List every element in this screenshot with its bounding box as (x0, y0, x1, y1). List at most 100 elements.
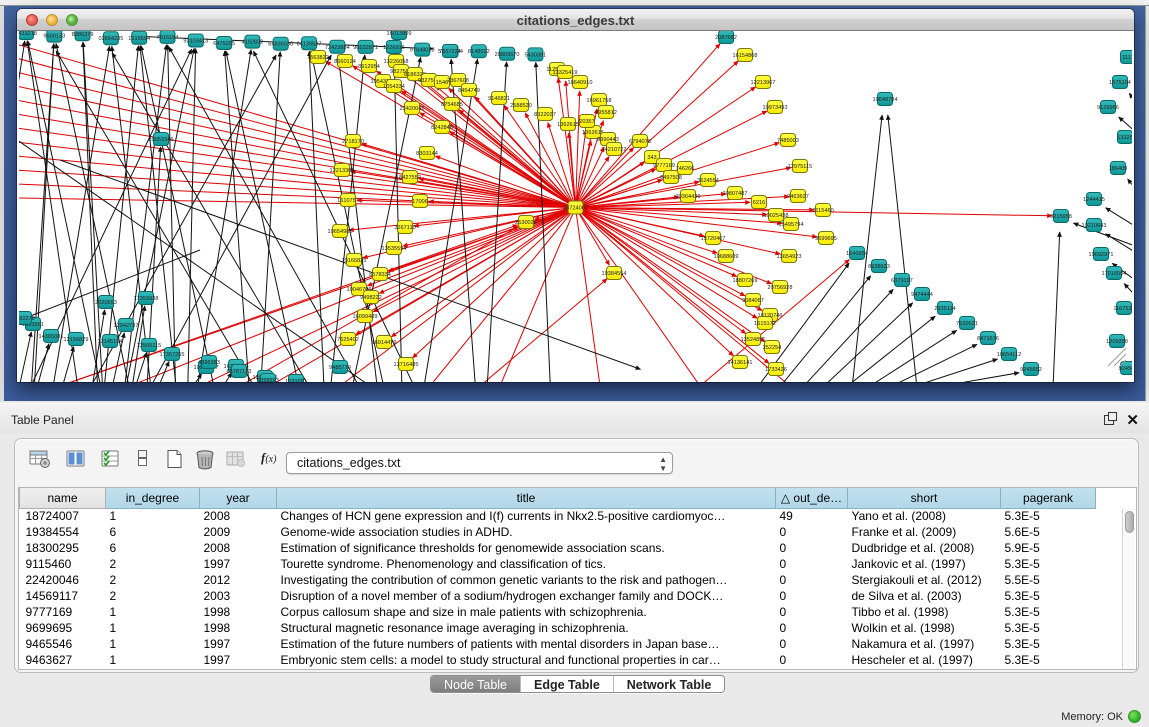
svg-text:746266: 746266 (676, 166, 695, 172)
svg-text:1615594: 1615594 (128, 36, 150, 42)
svg-text:7632621: 7632621 (956, 321, 978, 327)
svg-text:8912954: 8912954 (358, 64, 380, 70)
svg-text:7485003: 7485003 (777, 138, 799, 144)
svg-text:2588520: 2588520 (510, 103, 532, 109)
svg-text:12942737: 12942737 (114, 323, 139, 329)
svg-text:8754685: 8754685 (441, 102, 463, 108)
svg-text:9463627: 9463627 (787, 194, 809, 200)
svg-text:9129966: 9129966 (1097, 105, 1119, 111)
svg-text:924502: 924502 (1119, 366, 1132, 372)
svg-text:96532871: 96532871 (353, 45, 378, 51)
svg-text:1362615: 1362615 (557, 122, 579, 128)
svg-text:28809570: 28809570 (495, 52, 520, 58)
svg-text:65787133: 65787133 (227, 369, 252, 375)
svg-text:2935114: 2935114 (934, 306, 955, 312)
svg-text:16099489: 16099489 (353, 314, 378, 320)
svg-text:12213967: 12213967 (751, 80, 776, 86)
svg-text:8427552: 8427552 (399, 175, 421, 181)
svg-text:8454749: 8454749 (458, 88, 480, 94)
svg-text:02654235: 02654235 (98, 36, 123, 42)
svg-text:10807487: 10807487 (723, 191, 748, 197)
svg-text:8303144: 8303144 (416, 151, 438, 157)
svg-text:3267110: 3267110 (394, 225, 415, 231)
svg-text:7625402: 7625402 (337, 337, 359, 343)
svg-text:1610757: 1610757 (337, 198, 359, 204)
svg-text:13524851: 13524851 (741, 337, 766, 343)
svg-text:1615172: 1615172 (754, 321, 776, 327)
svg-text:20053346: 20053346 (149, 137, 174, 143)
svg-text:93103413: 93103413 (183, 39, 208, 45)
svg-text:7563822: 7563822 (307, 55, 329, 61)
svg-text:2718170: 2718170 (342, 139, 364, 145)
svg-text:9485779: 9485779 (329, 365, 351, 371)
svg-text:3624554: 3624554 (697, 178, 719, 184)
svg-text:1031051: 1031051 (285, 379, 307, 382)
svg-text:6497508: 6497508 (660, 175, 682, 181)
svg-text:17016504: 17016504 (1102, 271, 1127, 277)
svg-text:8386379: 8386379 (72, 32, 94, 38)
svg-text:7955812: 7955812 (595, 110, 617, 116)
svg-text:8471676: 8471676 (977, 336, 999, 342)
svg-text:4896383: 4896383 (198, 360, 220, 366)
svg-text:186409: 186409 (1109, 166, 1128, 172)
svg-text:343: 343 (647, 155, 656, 161)
svg-text:13325: 13325 (1117, 135, 1132, 141)
svg-text:19166825: 19166825 (342, 258, 367, 264)
svg-text:9245652: 9245652 (1020, 367, 1042, 373)
svg-text:13535594: 13535594 (382, 246, 407, 252)
svg-text:2020653: 2020653 (95, 300, 117, 306)
svg-text:18807269: 18807269 (733, 278, 758, 284)
svg-text:16154808: 16154808 (733, 53, 758, 59)
svg-text:20364436: 20364436 (676, 194, 701, 200)
svg-text:12145194: 12145194 (98, 339, 123, 345)
svg-text:6794078: 6794078 (629, 139, 651, 145)
svg-text:5098393: 5098393 (257, 378, 279, 382)
svg-text:7182278: 7182278 (19, 316, 35, 322)
svg-text:12156829: 12156829 (64, 337, 89, 343)
svg-text:1117: 1117 (1122, 55, 1132, 61)
svg-text:1575104: 1575104 (1109, 80, 1131, 86)
svg-text:8242848: 8242848 (431, 125, 453, 131)
svg-text:5430391: 5430391 (525, 52, 547, 58)
svg-text:19692971: 19692971 (1089, 252, 1114, 258)
svg-text:15495794: 15495794 (779, 222, 804, 228)
svg-text:72423884: 72423884 (325, 45, 350, 51)
svg-text:14365081: 14365081 (39, 334, 64, 340)
svg-text:13325419: 13325419 (553, 70, 578, 76)
svg-text:13654923: 13654923 (777, 254, 802, 260)
svg-text:9474444: 9474444 (911, 292, 933, 298)
svg-text:9115460: 9115460 (812, 208, 833, 214)
svg-text:13716485: 13716485 (394, 362, 419, 368)
svg-text:252254: 252254 (763, 345, 782, 351)
svg-text:9699695: 9699695 (815, 236, 837, 242)
svg-text:9146821: 9146821 (488, 96, 510, 102)
svg-text:22420046: 22420046 (400, 106, 425, 112)
svg-text:10210643: 10210643 (1082, 223, 1107, 229)
svg-text:12975115: 12975115 (788, 164, 812, 170)
svg-text:6475255: 6475255 (213, 41, 235, 47)
svg-text:10688609: 10688609 (714, 254, 739, 260)
svg-text:2087682: 2087682 (715, 35, 737, 41)
svg-text:10654112: 10654112 (997, 352, 1021, 358)
svg-text:9498222: 9498222 (360, 295, 382, 301)
svg-text:18724007: 18724007 (563, 206, 588, 212)
svg-text:1640954: 1640954 (846, 251, 868, 257)
svg-text:17357255: 17357255 (160, 352, 185, 358)
svg-text:14136141: 14136141 (728, 360, 753, 366)
svg-text:15720407: 15720407 (701, 236, 726, 242)
svg-text:6379197: 6379197 (891, 278, 913, 284)
svg-text:19384554: 19384554 (602, 271, 627, 277)
svg-text:12505115: 12505115 (137, 343, 161, 349)
svg-text:12213309: 12213309 (330, 168, 355, 174)
svg-text:17006: 17006 (412, 199, 428, 205)
svg-text:64139537: 64139537 (297, 41, 322, 47)
svg-text:17359938: 17359938 (134, 296, 159, 302)
svg-text:1054334: 1054334 (383, 84, 405, 90)
svg-text:9215958: 9215958 (1050, 214, 1072, 220)
svg-text:10973493: 10973493 (763, 105, 788, 111)
svg-text:1167533: 1167533 (1113, 306, 1132, 312)
svg-text:20357: 20357 (579, 119, 595, 125)
svg-text:8148932: 8148932 (468, 49, 490, 55)
svg-text:1226916: 1226916 (383, 45, 405, 51)
svg-text:7816184: 7816184 (157, 35, 179, 41)
